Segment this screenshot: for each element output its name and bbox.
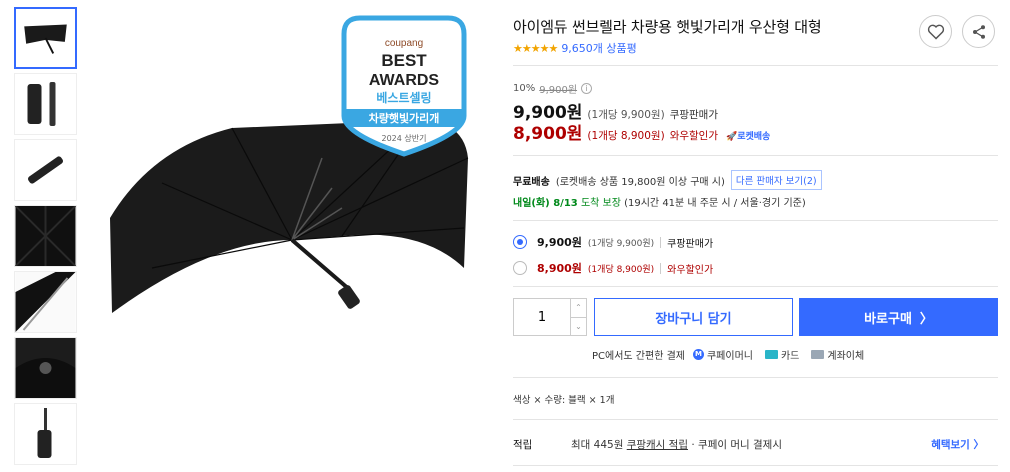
other-seller-button[interactable]: 다른 판매자 보기(2) xyxy=(730,170,822,190)
buy-now-button[interactable]: 바로구매 〉 xyxy=(799,298,998,336)
selected-option-summary: 색상 × 수량: 블랙 × 1개 xyxy=(513,395,615,406)
rocket-delivery-badge: 🚀로켓배송 xyxy=(726,132,771,142)
bank-transfer-icon xyxy=(811,350,825,359)
thumbnail-6[interactable] xyxy=(14,337,77,399)
arrival-info: 내일(화) 8/13 도착 보장 (19시간 41분 내 주문 시 / 서울·경… xyxy=(513,194,806,209)
quantity-down-button[interactable]: ⌄ xyxy=(571,316,586,336)
view-benefits-link[interactable]: 혜택보기 〉 xyxy=(931,437,984,452)
payment-card: 카드 xyxy=(764,347,800,362)
coupang-cash-link[interactable]: 쿠팡캐시 적립 xyxy=(627,439,688,451)
quantity-input[interactable] xyxy=(514,299,570,335)
shipping-condition: (로켓배송 상품 19,800원 이상 구매 시) xyxy=(555,176,725,188)
svg-text:베스트셀링: 베스트셀링 xyxy=(376,90,431,105)
thumbnail-1[interactable] xyxy=(14,7,77,69)
benefit-row: 적립 최대 445원 쿠팡캐시 적립 · 쿠페이 머니 결제시 혜택보기 〉 xyxy=(513,437,998,452)
radio-wow[interactable] xyxy=(513,261,527,275)
discount-rate: 10% xyxy=(513,83,536,94)
product-main-image: coupang BEST AWARDS 베스트셀링 차량햇빛가리개 2024 상… xyxy=(92,8,488,463)
thumbnail-4[interactable] xyxy=(14,205,77,267)
buy-now-label: 바로구매 xyxy=(864,311,912,327)
divider xyxy=(513,220,998,221)
free-shipping-label: 무료배송 xyxy=(513,176,550,188)
payment-method-label: 쿠페이머니 xyxy=(706,351,753,362)
svg-text:AWARDS: AWARDS xyxy=(369,72,440,89)
option-unit: (1개당 8,900원) xyxy=(587,264,655,275)
shipping-info: 무료배송 (로켓배송 상품 19,800원 이상 구매 시) 다른 판매자 보기… xyxy=(513,170,822,190)
discount-line: 10% 9,900원 i xyxy=(513,81,593,96)
svg-text:BEST: BEST xyxy=(381,51,427,70)
share-button[interactable] xyxy=(962,15,995,48)
option-price: 9,900원 xyxy=(537,236,582,249)
option-price: 8,900원 xyxy=(537,262,582,275)
divider xyxy=(513,419,998,420)
divider xyxy=(513,155,998,156)
radio-sale[interactable] xyxy=(513,235,527,249)
heart-icon xyxy=(927,24,944,40)
review-count-link[interactable]: 9,650개 상품평 xyxy=(561,40,636,56)
option-separator xyxy=(660,262,662,274)
payment-method-label: 카드 xyxy=(780,351,800,362)
benefit-condition: · 쿠페이 머니 결제시 xyxy=(691,439,782,451)
wow-price-label: 와우할인가 xyxy=(669,130,718,142)
original-price: 9,900원 xyxy=(539,85,578,96)
arrival-guarantee: 도착 보장 xyxy=(580,198,621,209)
payment-label: PC에서도 간편한 결제 xyxy=(592,351,685,362)
divider xyxy=(513,465,998,466)
chevron-right-icon: 〉 xyxy=(919,311,933,327)
svg-text:2024 상반기: 2024 상반기 xyxy=(382,133,427,143)
arrival-note: (19시간 41분 내 주문 시 / 서울·경기 기준) xyxy=(624,198,806,209)
share-icon xyxy=(972,24,985,39)
divider xyxy=(513,286,998,287)
quantity-up-button[interactable]: ⌃ xyxy=(571,299,586,317)
wow-unit-price: (1개당 8,900원) xyxy=(587,130,665,142)
option-separator xyxy=(660,236,662,248)
wishlist-button[interactable] xyxy=(919,15,952,48)
option-unit: (1개당 9,900원) xyxy=(587,238,655,249)
coupay-money-icon: M xyxy=(692,349,704,360)
info-icon[interactable]: i xyxy=(581,83,593,94)
svg-text:차량햇빛가리개: 차량햇빛가리개 xyxy=(369,111,440,125)
star-rating: ★★★★★ xyxy=(513,41,558,55)
divider xyxy=(513,65,998,66)
thumbnail-7[interactable] xyxy=(14,403,77,465)
option-label: 와우할인가 xyxy=(667,264,714,276)
wow-price-row: 8,900원 (1개당 8,900원) 와우할인가 🚀로켓배송 xyxy=(513,119,770,144)
payment-methods: PC에서도 간편한 결제 M 쿠페이머니 카드 계좌이체 xyxy=(592,347,872,362)
card-icon xyxy=(764,350,778,359)
add-to-cart-button[interactable]: 장바구니 담기 xyxy=(594,298,793,336)
thumbnail-2[interactable] xyxy=(14,73,77,135)
wow-price: 8,900원 xyxy=(513,124,583,144)
quantity-stepper[interactable]: ⌃ ⌄ xyxy=(513,298,587,336)
benefit-text: 최대 445원 쿠팡캐시 적립 · 쿠페이 머니 결제시 xyxy=(571,437,782,452)
payment-coupay: M 쿠페이머니 xyxy=(692,347,753,362)
thumbnail-3[interactable] xyxy=(14,139,77,201)
option-label: 쿠팡판매가 xyxy=(667,238,714,250)
thumbnail-list xyxy=(14,7,78,469)
payment-method-label: 계좌이체 xyxy=(827,351,865,362)
product-title: 아이엠듀 썬브렐라 차량용 햇빛가리개 우산형 대형 xyxy=(513,18,822,36)
best-awards-badge: coupang BEST AWARDS 베스트셀링 차량햇빛가리개 2024 상… xyxy=(341,15,467,157)
divider xyxy=(513,377,998,378)
svg-text:coupang: coupang xyxy=(385,38,423,49)
price-option-sale[interactable]: 9,900원 (1개당 9,900원) 쿠팡판매가 xyxy=(513,234,713,250)
price-option-wow[interactable]: 8,900원 (1개당 8,900원) 와우할인가 xyxy=(513,260,713,276)
benefit-amount: 최대 445원 xyxy=(571,439,624,451)
rating-row[interactable]: ★★★★★ 9,650개 상품평 xyxy=(513,40,637,56)
thumbnail-5[interactable] xyxy=(14,271,77,333)
benefit-heading: 적립 xyxy=(513,439,533,451)
arrival-date: 내일(화) 8/13 xyxy=(513,198,578,209)
payment-bank: 계좌이체 xyxy=(811,347,864,362)
sunshade-umbrella-illustration: coupang BEST AWARDS 베스트셀링 차량햇빛가리개 2024 상… xyxy=(110,15,469,313)
